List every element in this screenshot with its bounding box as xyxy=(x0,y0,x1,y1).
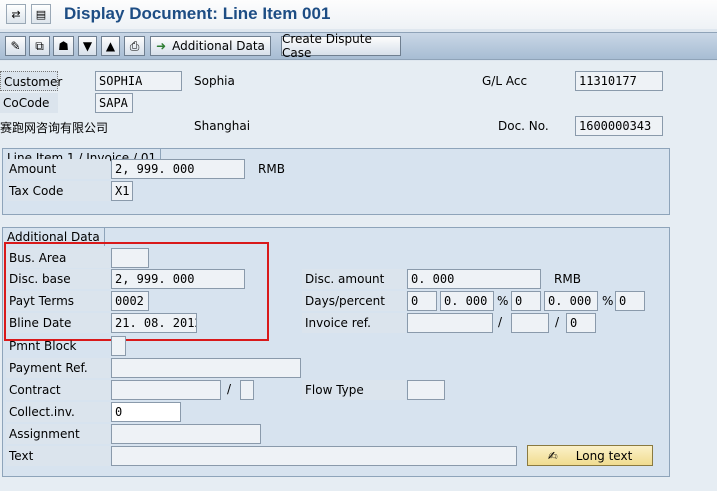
invoice-ref-slash2: / xyxy=(555,315,560,329)
flow-type-field[interactable] xyxy=(407,380,445,400)
document-overview-icon[interactable]: ▤ xyxy=(31,4,51,24)
text-field[interactable] xyxy=(111,446,517,466)
assignment-field[interactable] xyxy=(111,424,261,444)
invoice-ref-slash1: / xyxy=(498,315,503,329)
company-name: 赛跑网咨询有限公司 xyxy=(0,121,109,135)
highlight-box xyxy=(4,242,269,341)
collect-inv-field[interactable]: 0 xyxy=(111,402,181,422)
taxcode-label: Tax Code xyxy=(6,181,110,201)
company-city: Shanghai xyxy=(194,119,251,133)
contract-field[interactable] xyxy=(111,380,221,400)
payment-ref-field[interactable] xyxy=(111,358,301,378)
create-dispute-label: Create Dispute Case xyxy=(282,32,372,60)
long-text-icon: ✍ xyxy=(547,448,558,463)
amount-field[interactable]: 2, 999. 000 xyxy=(111,159,245,179)
cocode-field[interactable]: SAPA xyxy=(95,93,133,113)
application-toolbar: ✎ ⧉ ☗ ▼ ▲ ⎙ ➜ Additional Data Create Dis… xyxy=(0,32,717,60)
previous-item-up-icon[interactable]: ▲ xyxy=(101,36,120,56)
print-icon[interactable]: ⎙ xyxy=(124,36,145,56)
amount-currency: RMB xyxy=(258,162,285,176)
percent1-sign: % xyxy=(497,294,509,308)
invoice-ref-year-field[interactable] xyxy=(511,313,549,333)
invoice-ref-item-field[interactable]: 0 xyxy=(566,313,596,333)
days3-field[interactable]: 0 xyxy=(615,291,645,311)
pmnt-block-field[interactable] xyxy=(111,336,126,356)
disc-amount-label: Disc. amount xyxy=(302,269,406,289)
edit-pencil-icon[interactable]: ✎ xyxy=(5,36,26,56)
days-percent-label: Days/percent xyxy=(302,291,406,311)
days1-field[interactable]: 0 xyxy=(407,291,437,311)
page-title: Display Document: Line Item 001 xyxy=(64,4,331,23)
customer-field[interactable]: SOPHIA xyxy=(95,71,182,91)
copy-icon[interactable]: ⧉ xyxy=(29,36,50,56)
text-label: Text xyxy=(6,446,110,466)
docno-field[interactable]: 1600000343 xyxy=(575,116,663,136)
contract-label: Contract xyxy=(6,380,110,400)
disc-currency: RMB xyxy=(554,272,581,286)
arrow-right-icon: ➜ xyxy=(156,39,167,53)
glacc-label: G/L Acc xyxy=(482,74,528,88)
additional-data-button[interactable]: ➜ Additional Data xyxy=(150,36,271,56)
customer-name: Sophia xyxy=(194,74,235,88)
assignment-label: Assignment xyxy=(6,424,110,444)
customer-icon[interactable]: ☗ xyxy=(53,36,74,56)
long-text-label: Long text xyxy=(575,448,633,463)
disc-amount-field[interactable]: 0. 000 xyxy=(407,269,541,289)
cocode-label: CoCode xyxy=(0,93,58,113)
flow-type-label: Flow Type xyxy=(302,380,406,400)
glacc-field[interactable]: 11310177 xyxy=(575,71,663,91)
invoice-ref-label: Invoice ref. xyxy=(302,313,406,333)
amount-label: Amount xyxy=(6,159,110,179)
days2-field[interactable]: 0 xyxy=(511,291,541,311)
invoice-ref-field[interactable] xyxy=(407,313,493,333)
pmnt-block-label: Pmnt Block xyxy=(9,339,77,353)
long-text-button[interactable]: ✍ Long text xyxy=(527,445,653,466)
next-item-down-icon[interactable]: ▼ xyxy=(78,36,97,56)
percent2-sign: % xyxy=(602,294,614,308)
percent1-field[interactable]: 0. 000 xyxy=(440,291,494,311)
payment-ref-label: Payment Ref. xyxy=(6,358,110,378)
create-dispute-case-button[interactable]: Create Dispute Case xyxy=(281,32,401,60)
collect-inv-label: Collect.inv. xyxy=(6,402,110,422)
taxcode-field[interactable]: X1 xyxy=(111,181,133,201)
docno-label: Doc. No. xyxy=(498,119,549,133)
other-document-icon[interactable]: ⇄ xyxy=(6,4,26,24)
contract-item-field[interactable] xyxy=(240,380,254,400)
additional-data-label: Additional Data xyxy=(172,39,265,53)
contract-slash: / xyxy=(227,382,232,396)
percent2-field[interactable]: 0. 000 xyxy=(544,291,598,311)
customer-label: Customer xyxy=(0,71,62,91)
system-toolbar: ⇄ ▤ Display Document: Line Item 001 xyxy=(0,0,717,29)
